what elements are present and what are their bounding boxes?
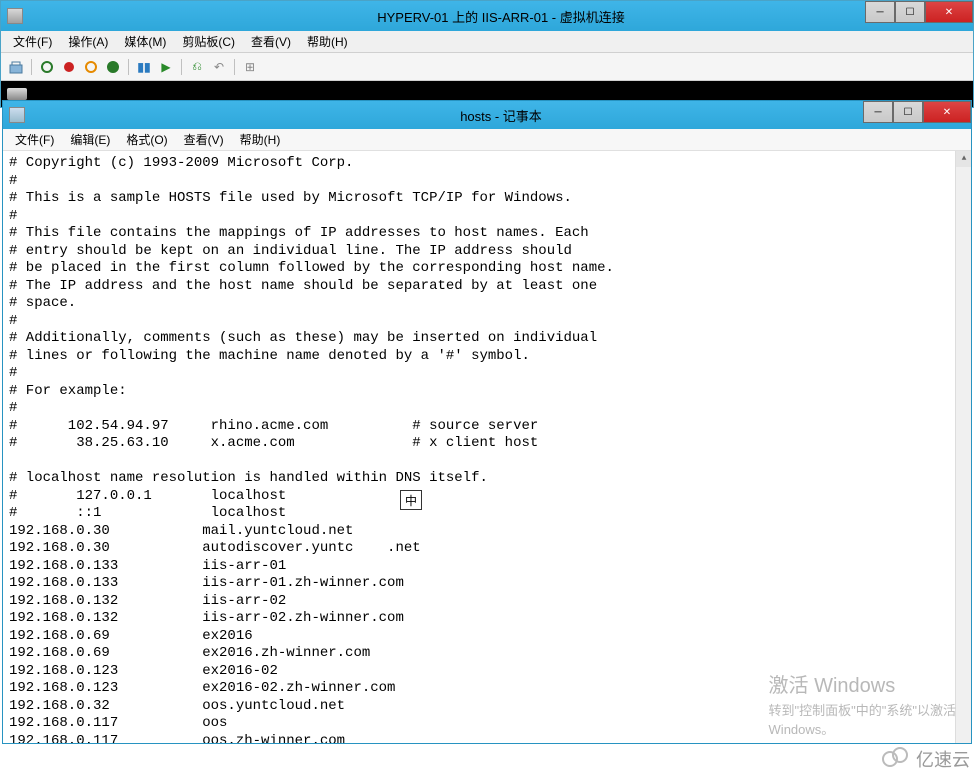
turnoff-icon[interactable] (60, 58, 78, 76)
vm-app-icon (7, 8, 23, 24)
notepad-menu-edit[interactable]: 编辑(E) (62, 129, 118, 150)
watermark-title: 激活 Windows (769, 669, 956, 698)
notepad-close-button[interactable]: ✕ (923, 101, 971, 123)
notepad-maximize-button[interactable]: ☐ (893, 101, 923, 123)
disk-icon (7, 88, 27, 100)
toolbar-separator (128, 59, 129, 75)
vm-titlebar[interactable]: HYPERV-01 上的 IIS-ARR-01 - 虚拟机连接 ─ ☐ ✕ (1, 1, 973, 31)
vm-toolbar: ▮▮ ▶ ⎌ ↶ ⊞ (1, 53, 973, 81)
watermark-line2: 转到"控制面板"中的"系统"以激活 (769, 700, 956, 719)
notepad-menubar: 文件(F) 编辑(E) 格式(O) 查看(V) 帮助(H) (3, 129, 971, 151)
notepad-titlebar[interactable]: hosts - 记事本 ─ ☐ ✕ (3, 101, 971, 129)
toolbar-separator (234, 59, 235, 75)
notepad-menu-view[interactable]: 查看(V) (176, 129, 232, 150)
vm-menu-help[interactable]: 帮助(H) (299, 31, 356, 52)
vm-title: HYPERV-01 上的 IIS-ARR-01 - 虚拟机连接 (29, 7, 973, 26)
scrollbar[interactable]: ▲ (955, 151, 971, 743)
windows-activation-watermark: 激活 Windows 转到"控制面板"中的"系统"以激活 Windows。 (769, 669, 956, 738)
notepad-title: hosts - 记事本 (31, 106, 971, 125)
notepad-minimize-button[interactable]: ─ (863, 101, 893, 123)
logo-text: 亿速云 (916, 746, 970, 772)
watermark-line3: Windows。 (769, 719, 956, 738)
ime-indicator[interactable]: 中 (400, 490, 422, 510)
vm-menu-media[interactable]: 媒体(M) (116, 31, 174, 52)
maximize-button[interactable]: ☐ (895, 1, 925, 23)
vm-connection-window: HYPERV-01 上的 IIS-ARR-01 - 虚拟机连接 ─ ☐ ✕ 文件… (0, 0, 974, 108)
enhanced-session-icon[interactable]: ⊞ (241, 58, 259, 76)
vm-menu-view[interactable]: 查看(V) (243, 31, 299, 52)
notepad-window: hosts - 记事本 ─ ☐ ✕ 文件(F) 编辑(E) 格式(O) 查看(V… (2, 100, 972, 744)
provider-logo: 亿速云 (882, 746, 970, 772)
notepad-menu-help[interactable]: 帮助(H) (232, 129, 289, 150)
close-button[interactable]: ✕ (925, 1, 973, 23)
notepad-window-controls: ─ ☐ ✕ (863, 101, 971, 123)
notepad-menu-format[interactable]: 格式(O) (118, 129, 175, 150)
vm-menu-action[interactable]: 操作(A) (60, 31, 116, 52)
revert-icon[interactable]: ↶ (210, 58, 228, 76)
ime-char: 中 (405, 492, 417, 509)
toolbar-separator (31, 59, 32, 75)
notepad-menu-file[interactable]: 文件(F) (7, 129, 62, 150)
toolbar-separator (181, 59, 182, 75)
scroll-up-icon[interactable]: ▲ (956, 151, 971, 167)
logo-icon (882, 747, 912, 771)
minimize-button[interactable]: ─ (865, 1, 895, 23)
vm-menu-file[interactable]: 文件(F) (5, 31, 60, 52)
shutdown-icon[interactable] (82, 58, 100, 76)
vm-window-controls: ─ ☐ ✕ (865, 1, 973, 23)
reset-icon[interactable]: ▶ (157, 58, 175, 76)
notepad-text-area[interactable]: # Copyright (c) 1993-2009 Microsoft Corp… (3, 151, 971, 743)
vm-menu-clipboard[interactable]: 剪贴板(C) (174, 31, 243, 52)
notepad-text[interactable]: # Copyright (c) 1993-2009 Microsoft Corp… (9, 155, 614, 743)
save-icon[interactable] (104, 58, 122, 76)
notepad-app-icon (9, 107, 25, 123)
checkpoint-icon[interactable]: ⎌ (188, 58, 206, 76)
pause-icon[interactable]: ▮▮ (135, 58, 153, 76)
start-icon[interactable] (38, 58, 56, 76)
ctrl-alt-del-icon[interactable] (7, 58, 25, 76)
vm-menubar: 文件(F) 操作(A) 媒体(M) 剪贴板(C) 查看(V) 帮助(H) (1, 31, 973, 53)
